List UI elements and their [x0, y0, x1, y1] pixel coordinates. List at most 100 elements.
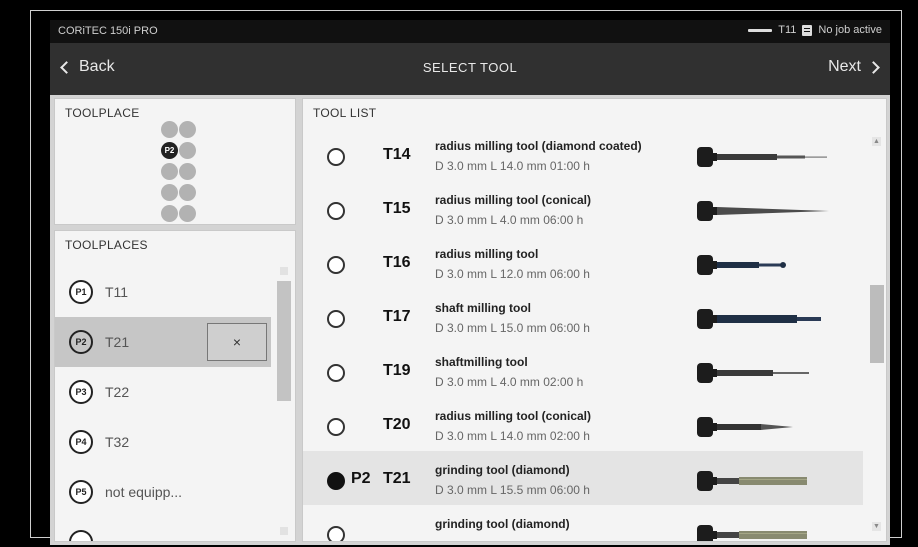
tool-radio[interactable]	[327, 202, 345, 220]
tool-code: T14	[383, 146, 411, 163]
tool-code: T20	[383, 416, 411, 433]
toolplace-item-partial[interactable]	[55, 517, 271, 541]
tool-name: shaftmilling tool	[435, 355, 528, 369]
screen: CORiTEC 150i PRO T11 No job active Back …	[50, 20, 890, 545]
tool-radio[interactable]	[327, 472, 345, 490]
tool-name: radius milling tool (conical)	[435, 193, 592, 207]
tool-row[interactable]: T17 shaft milling tool D 3.0 mm L 15.0 mm …	[303, 289, 863, 343]
tool-row[interactable]: P2 T21 grinding tool (diamond) D 3.0 mm L 1…	[303, 451, 863, 505]
tool-list-panel: TOOL LIST T14 radius milling tool (diamon…	[302, 98, 887, 542]
place-badge: P2	[69, 330, 93, 354]
tool-name: grinding tool (diamond)	[435, 517, 570, 531]
rack-slot	[161, 184, 178, 201]
rack-slot	[161, 163, 178, 180]
tool-row[interactable]: T16 radius milling tool D 3.0 mm L 12.0 mm…	[303, 235, 863, 289]
rack-slot	[161, 121, 178, 138]
toolplace-item-p3[interactable]: P3 T22	[55, 367, 271, 417]
place-badge: P5	[69, 480, 93, 504]
toolplace-item-p1[interactable]: P1 T11	[55, 267, 271, 317]
place-tool: T11	[105, 284, 129, 300]
scroll-up-icon[interactable]	[280, 267, 288, 275]
scroll-down-icon[interactable]	[280, 527, 288, 535]
tool-radio[interactable]	[327, 148, 345, 166]
scroll-thumb[interactable]	[277, 281, 291, 401]
tool-name: radius milling tool	[435, 247, 539, 261]
tool-dims: D 3.0 mm L 4.0 mm 02:00 h	[435, 375, 584, 389]
toolplaces-panel: TOOLPLACES P1 T11 P2 T21 × P3 T22 P4 T32…	[54, 230, 296, 542]
tool-dims: D 3.0 mm L 12.0 mm 06:00 h	[435, 267, 590, 281]
tool-row[interactable]: T19 shaftmilling tool D 3.0 mm L 4.0 mm 02…	[303, 343, 863, 397]
toolplace-item-p2[interactable]: P2 T21 ×	[55, 317, 271, 367]
tool-name: grinding tool (diamond)	[435, 463, 570, 477]
tool-radio[interactable]	[327, 526, 345, 541]
rack-slot	[161, 205, 178, 222]
place-tool: T32	[105, 434, 130, 450]
tool-code: T21	[383, 470, 411, 487]
tool-list-title: TOOL LIST	[313, 106, 377, 120]
job-icon	[802, 24, 813, 36]
tool-name: shaft milling tool	[435, 301, 531, 315]
rack-slot	[179, 184, 196, 201]
tool-row[interactable]: T15 radius milling tool (conical) D 3.0 mm…	[303, 181, 863, 235]
scroll-down-icon[interactable]: ▼	[872, 522, 881, 531]
tool-radio[interactable]	[327, 256, 345, 274]
tool-icon	[748, 28, 773, 32]
tool-name: radius milling tool (conical)	[435, 409, 592, 423]
status-indicators: T11 No job active	[748, 24, 882, 36]
tool-row[interactable]: T20 radius milling tool (conical) D 3.0 mm…	[303, 397, 863, 451]
rack-slot	[179, 142, 196, 159]
tool-code: T15	[383, 200, 411, 217]
cone-tool-icon	[697, 201, 829, 221]
tool-dims: D 3.0 mm L 14.0 mm 01:00 h	[435, 159, 590, 173]
short-ball-tool-icon	[697, 255, 786, 275]
tool-code: T17	[383, 308, 411, 325]
taper-tool-icon	[697, 417, 793, 437]
place-tool: not equipp...	[105, 484, 183, 500]
shaft-tool-icon	[697, 309, 821, 329]
place-badge	[69, 530, 93, 541]
tool-name: radius milling tool (diamond coated)	[435, 139, 642, 153]
tool-list-scrollbar[interactable]: ▲ ▼	[866, 127, 886, 537]
tool-radio[interactable]	[327, 364, 345, 382]
toolplace-item-p5[interactable]: P5 not equipp...	[55, 467, 271, 517]
rack-slot-active: P2	[161, 142, 178, 159]
thin-tool-icon	[697, 363, 809, 383]
tool-dims: D 3.0 mm L 4.0 mm 06:00 h	[435, 213, 584, 227]
rack-slot	[179, 163, 196, 180]
job-status: No job active	[818, 24, 882, 36]
grinder-tool-icon	[697, 471, 807, 491]
scroll-thumb[interactable]	[870, 285, 884, 363]
toolplace-item-p4[interactable]: P4 T32	[55, 417, 271, 467]
tool-dims: D 3.0 mm L 14.0 mm 02:00 h	[435, 429, 590, 443]
tool-row[interactable]: T14 radius milling tool (diamond coated) D…	[303, 127, 863, 181]
place-tool: T21	[105, 334, 130, 350]
next-label: Next	[828, 58, 861, 75]
rack-slot	[179, 121, 196, 138]
unassign-button[interactable]: ×	[207, 323, 267, 361]
rack-slot	[179, 205, 196, 222]
toolplace-title: TOOLPLACE	[65, 106, 140, 120]
place-tool: T22	[105, 384, 130, 400]
tool-dims: D 3.0 mm L 15.5 mm 06:00 h	[435, 483, 590, 497]
tool-radio[interactable]	[327, 418, 345, 436]
nav-bar: Back SELECT TOOL Next	[50, 43, 890, 95]
grinder-tool-icon	[697, 525, 807, 541]
next-button[interactable]: Next	[828, 58, 880, 76]
active-tool: T11	[778, 24, 797, 36]
scroll-up-icon[interactable]: ▲	[872, 137, 881, 146]
chevron-right-icon	[867, 61, 880, 74]
place-badge: P4	[69, 430, 93, 454]
drill-tool-icon	[697, 147, 827, 167]
tool-place: P2	[351, 470, 371, 487]
place-badge: P1	[69, 280, 93, 304]
toolplaces-scrollbar[interactable]	[277, 265, 291, 537]
tool-dims: D 3.0 mm L 15.0 mm 06:00 h	[435, 321, 590, 335]
page-title: SELECT TOOL	[422, 60, 518, 75]
tool-code: T16	[383, 254, 411, 271]
place-badge: P3	[69, 380, 93, 404]
tool-radio[interactable]	[327, 310, 345, 328]
app-name: CORiTEC 150i PRO	[58, 25, 158, 37]
tool-row[interactable]: grinding tool (diamond)	[303, 505, 863, 541]
tool-code: T19	[383, 362, 411, 379]
toolplace-panel: TOOLPLACE P2	[54, 98, 296, 225]
